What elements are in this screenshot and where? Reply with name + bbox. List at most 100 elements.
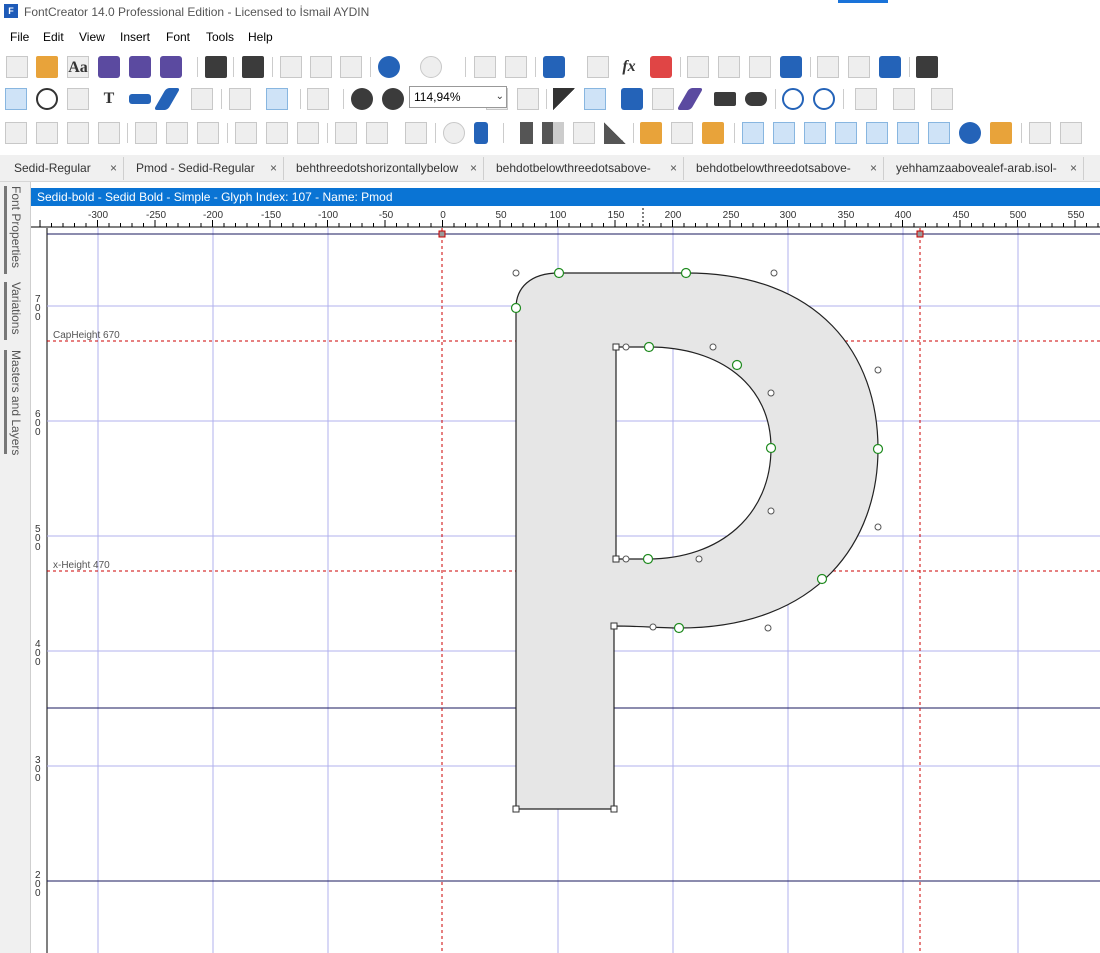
- close-icon[interactable]: ×: [1070, 157, 1077, 180]
- lasso-icon[interactable]: [36, 88, 58, 110]
- glyph-g-icon[interactable]: [405, 122, 427, 144]
- brush-icon[interactable]: [652, 88, 674, 110]
- eraser-icon[interactable]: [650, 56, 672, 78]
- align-left-icon[interactable]: [5, 122, 27, 144]
- font-color-icon[interactable]: [307, 88, 329, 110]
- tab-yehhamza[interactable]: yehhamzaabovealef-arab.isol- ×: [888, 157, 1084, 180]
- close-icon[interactable]: ×: [466, 157, 477, 180]
- subtract-icon[interactable]: [702, 122, 724, 144]
- distribute-v-icon[interactable]: [166, 122, 188, 144]
- preview-mode-icon[interactable]: [229, 88, 251, 110]
- spell-check-icon[interactable]: [817, 56, 839, 78]
- menu-tools[interactable]: Tools: [206, 30, 234, 44]
- edit-tables-icon[interactable]: [718, 56, 740, 78]
- text-tool-icon[interactable]: [749, 56, 771, 78]
- align-center-icon[interactable]: [36, 122, 58, 144]
- grid-icon[interactable]: [742, 122, 764, 144]
- grid-snap-icon[interactable]: [773, 122, 795, 144]
- lines-snap-icon[interactable]: [835, 122, 857, 144]
- hand-pan-icon[interactable]: [67, 88, 89, 110]
- tab-behdotbelow-2[interactable]: behdotbelowthreedotsabove- ×: [688, 157, 884, 180]
- menu-edit[interactable]: Edit: [43, 30, 64, 44]
- text-icon[interactable]: T: [98, 88, 120, 110]
- copy-icon[interactable]: [310, 56, 332, 78]
- lock-grid-icon[interactable]: [866, 122, 888, 144]
- close-icon[interactable]: ×: [870, 157, 877, 180]
- save-icon[interactable]: [98, 56, 120, 78]
- columns-icon[interactable]: [897, 122, 919, 144]
- zoom-selection-icon[interactable]: [517, 88, 539, 110]
- fx-icon[interactable]: fx: [618, 56, 640, 78]
- menu-font[interactable]: Font: [166, 30, 190, 44]
- align-bottom-icon[interactable]: [297, 122, 319, 144]
- masters-layers-tab[interactable]: Masters and Layers: [4, 350, 25, 455]
- variations-tab[interactable]: Variations: [4, 282, 25, 340]
- rectangle-select-icon[interactable]: [5, 88, 27, 110]
- zoom-find-icon[interactable]: [916, 56, 938, 78]
- mirror-icon[interactable]: [604, 122, 626, 144]
- skew-icon[interactable]: [474, 122, 488, 144]
- next-glyph-icon[interactable]: [813, 88, 835, 110]
- save-as-icon[interactable]: [160, 56, 182, 78]
- fill-mode-icon[interactable]: [266, 88, 288, 110]
- marker-icon[interactable]: [676, 88, 704, 110]
- tab-behthreedots[interactable]: behthreedotshorizontallybelow ×: [288, 157, 484, 180]
- unlink-icon[interactable]: [587, 56, 609, 78]
- glyph-canvas[interactable]: -300 -250 -200 -150 -100 -50 0 50 100 15…: [31, 206, 1100, 953]
- point-tool-icon[interactable]: [584, 88, 606, 110]
- close-icon[interactable]: ×: [670, 157, 677, 180]
- print-icon[interactable]: [205, 56, 227, 78]
- space-icon[interactable]: [197, 122, 219, 144]
- open-folder-icon[interactable]: [36, 56, 58, 78]
- corner-tool-icon[interactable]: [553, 88, 575, 110]
- tab-sedid-regular[interactable]: Sedid-Regular ×: [6, 157, 124, 180]
- search-doc-icon[interactable]: [931, 88, 953, 110]
- redo-icon[interactable]: [420, 56, 442, 78]
- image-icon[interactable]: [621, 88, 643, 110]
- nodes-icon[interactable]: [1029, 122, 1051, 144]
- close-icon[interactable]: ×: [110, 157, 117, 180]
- cut-icon[interactable]: [280, 56, 302, 78]
- tab-pmod[interactable]: Pmod - Sedid-Regular ×: [128, 157, 284, 180]
- undo-icon[interactable]: [378, 56, 400, 78]
- distribute-h-icon[interactable]: [135, 122, 157, 144]
- sort-icon[interactable]: [893, 88, 915, 110]
- lock-columns-icon[interactable]: [928, 122, 950, 144]
- zoom-combobox[interactable]: 114,94% ⌄: [409, 86, 507, 108]
- font-preview-icon[interactable]: Aa: [67, 56, 89, 78]
- export-icon[interactable]: [879, 56, 901, 78]
- menu-insert[interactable]: Insert: [120, 30, 150, 44]
- center-v-icon[interactable]: [366, 122, 388, 144]
- find-icon[interactable]: [242, 56, 264, 78]
- insert-composite-icon[interactable]: [474, 56, 496, 78]
- ellipse-shape-icon[interactable]: [745, 92, 767, 106]
- menu-view[interactable]: View: [79, 30, 105, 44]
- rotate-icon[interactable]: [443, 122, 465, 144]
- pen-icon[interactable]: [153, 88, 181, 110]
- point-grid-icon[interactable]: [1060, 122, 1082, 144]
- validate-icon[interactable]: [780, 56, 802, 78]
- insert-glyph-icon[interactable]: [505, 56, 527, 78]
- zoom-out-icon[interactable]: [382, 88, 404, 110]
- union-icon[interactable]: [640, 122, 662, 144]
- measure-icon[interactable]: [129, 94, 151, 104]
- new-font-icon[interactable]: [6, 56, 28, 78]
- font-properties-tab[interactable]: Font Properties: [4, 186, 25, 274]
- fill-icon[interactable]: [191, 88, 213, 110]
- properties-icon[interactable]: [687, 56, 709, 78]
- flip-v-icon[interactable]: [573, 122, 595, 144]
- menu-help[interactable]: Help: [248, 30, 273, 44]
- close-icon[interactable]: ×: [270, 157, 277, 180]
- link-icon[interactable]: [543, 56, 565, 78]
- menu-file[interactable]: File: [10, 30, 29, 44]
- flip-left-icon[interactable]: [511, 122, 533, 144]
- previous-glyph-icon[interactable]: [782, 88, 804, 110]
- new-page-icon[interactable]: [855, 88, 877, 110]
- spell-web-icon[interactable]: [848, 56, 870, 78]
- save-all-icon[interactable]: [129, 56, 151, 78]
- center-h-icon[interactable]: [335, 122, 357, 144]
- lock-icon[interactable]: [990, 122, 1012, 144]
- tab-behdotbelow-1[interactable]: behdotbelowthreedotsabove- ×: [488, 157, 684, 180]
- align-middle-icon[interactable]: [266, 122, 288, 144]
- anchor-icon[interactable]: [959, 122, 981, 144]
